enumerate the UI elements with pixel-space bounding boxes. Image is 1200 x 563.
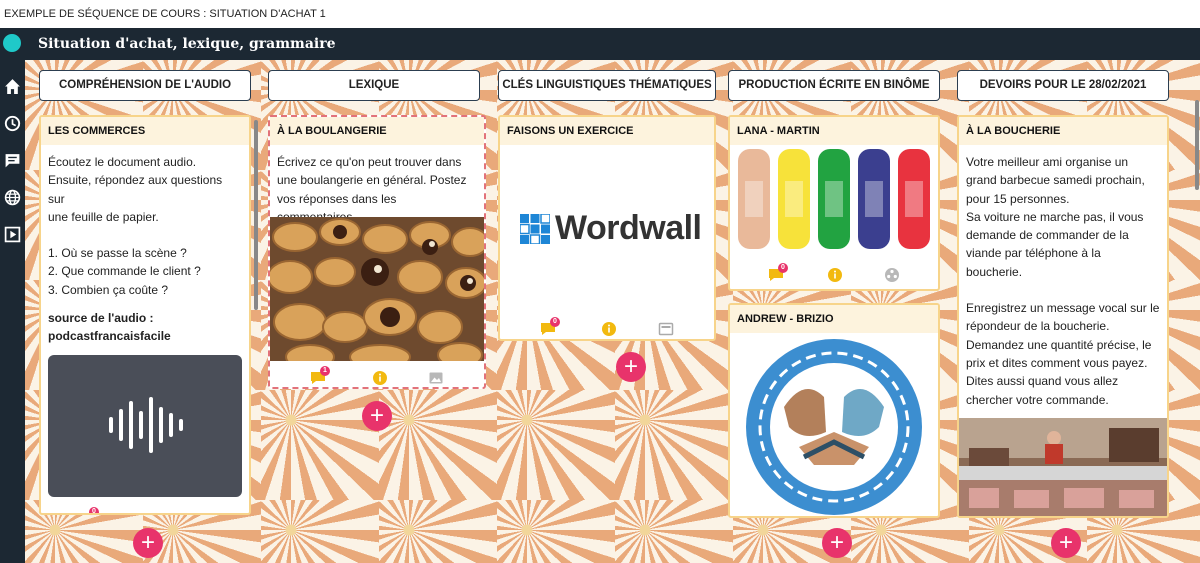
card-title: À LA BOULANGERIE <box>270 117 484 145</box>
audio-attachment[interactable] <box>48 355 242 497</box>
comments-button[interactable]: 1 <box>310 366 330 386</box>
card-text: Écrivez ce qu'on peut trouver dans une b… <box>270 145 484 226</box>
card-title: LES COMMERCES <box>41 117 249 145</box>
padlet-board: COMPRÉHENSION DE L'AUDIO LES COMMERCES É… <box>25 60 1200 563</box>
image-icon[interactable] <box>428 370 444 386</box>
bandages-picture <box>738 149 930 249</box>
text-line: une feuille de papier. <box>48 209 159 224</box>
card-a-la-boulangerie[interactable]: À LA BOULANGERIE Écrivez ce qu'on peut t… <box>268 115 486 389</box>
card-faisons-un-exercice[interactable]: FAISONS UN EXERCICE Wordwall 0 <box>498 115 716 341</box>
text-line: 1. Où se passe la scène ? <box>48 246 187 261</box>
text-line: une boulangerie en général. Postez <box>277 173 467 188</box>
column-header[interactable]: CLÉS LINGUISTIQUES THÉMATIQUES <box>498 70 716 101</box>
pastries-image[interactable] <box>270 217 484 361</box>
pastries-photo <box>270 217 484 361</box>
bandages-image[interactable] <box>730 145 938 261</box>
column-header[interactable]: PRODUCTION ÉCRITE EN BINÔME <box>728 70 940 101</box>
card-lana-martin[interactable]: LANA - MARTIN 0 <box>728 115 940 291</box>
handshake-badge-icon <box>746 339 922 515</box>
embed-icon[interactable] <box>658 321 674 337</box>
add-post-button[interactable]: + <box>822 528 852 558</box>
text-line: grand barbecue samedi prochain, <box>966 173 1145 188</box>
card-title: LANA - MARTIN <box>730 117 938 145</box>
text-line: source de l'audio : <box>48 311 154 326</box>
text-line: Sa voiture ne marche pas, il vous <box>966 209 1144 224</box>
text-line: Ensuite, répondez aux questions sur <box>48 173 223 206</box>
card-text: Votre meilleur ami organise un grand bar… <box>959 145 1167 409</box>
text-line: viande par téléphone à la <box>966 246 1101 261</box>
comment-count: 0 <box>550 317 560 327</box>
comment-count: 0 <box>89 507 99 513</box>
text-line: Votre meilleur ami organise un <box>966 155 1129 169</box>
bandage-pad <box>865 181 883 217</box>
bandage-pad <box>905 181 923 217</box>
butcher-shop-image[interactable] <box>959 418 1167 516</box>
chat-icon[interactable] <box>4 152 21 169</box>
column-header[interactable]: COMPRÉHENSION DE L'AUDIO <box>39 70 251 101</box>
board-title: Situation d'achat, lexique, grammaire <box>38 36 336 52</box>
text-line: Enregistrez un message vocal sur le <box>966 301 1160 316</box>
comments-button[interactable]: 0 <box>540 317 560 337</box>
text-line: 2. Que commande le client ? <box>48 264 201 279</box>
left-sidebar <box>0 60 25 563</box>
text-line: pour 15 personnes. <box>966 191 1070 206</box>
card-a-la-boucherie[interactable]: À LA BOUCHERIE Votre meilleur ami organi… <box>957 115 1169 518</box>
text-line: 3. Combien ça coûte ? <box>48 282 169 297</box>
comment-count: 0 <box>778 263 788 273</box>
home-icon[interactable] <box>4 78 21 95</box>
scrollbar[interactable] <box>1195 100 1199 190</box>
wordwall-logo-icon <box>520 214 550 244</box>
app-header: Situation d'achat, lexique, grammaire <box>0 28 1200 60</box>
info-icon[interactable] <box>372 370 388 386</box>
text-line: Écoutez le document audio. <box>48 155 197 169</box>
add-post-button[interactable]: + <box>1051 528 1081 558</box>
info-icon[interactable] <box>601 321 617 337</box>
column-header[interactable]: LEXIQUE <box>268 70 480 101</box>
column-header[interactable]: DEVOIRS POUR LE 28/02/2021 <box>957 70 1169 101</box>
card-title: ANDREW - BRIZIO <box>730 305 938 333</box>
globe-icon[interactable] <box>4 189 21 206</box>
card-les-commerces[interactable]: LES COMMERCES Écoutez le document audio.… <box>39 115 251 515</box>
audio-waveform-icon <box>109 397 183 453</box>
text-line: répondeur de la boucherie. <box>966 319 1110 334</box>
comments-button[interactable]: 0 <box>768 263 788 283</box>
clock-icon[interactable] <box>4 115 21 132</box>
wordwall-embed[interactable]: Wordwall <box>500 145 714 313</box>
text-line: Écrivez ce qu'on peut trouver dans <box>277 155 462 169</box>
app-logo[interactable] <box>3 34 21 52</box>
window-title: EXEMPLE DE SÉQUENCE DE COURS : SITUATION… <box>0 0 1200 28</box>
text-line: demande de commander de la <box>966 228 1129 243</box>
card-title: À LA BOUCHERIE <box>959 117 1167 145</box>
text-line: boucherie. <box>966 264 1023 279</box>
play-icon[interactable] <box>4 226 21 243</box>
add-post-button[interactable]: + <box>133 528 163 558</box>
text-line: chercher votre commande. <box>966 392 1109 407</box>
text-line: Demandez une quantité précise, le <box>966 337 1152 352</box>
add-post-button[interactable]: + <box>362 401 392 431</box>
text-line: podcastfrancaisfacile <box>48 329 171 344</box>
wordwall-logo-text: Wordwall <box>555 209 702 247</box>
comments-button[interactable]: 0 <box>79 507 99 513</box>
text-line: prix et dites comment vous payez. <box>966 355 1148 370</box>
butcher-shop-photo <box>959 418 1167 516</box>
text-line: Dites aussi quand vous allez <box>966 374 1119 389</box>
add-post-button[interactable]: + <box>616 352 646 382</box>
scrollbar[interactable] <box>254 120 258 310</box>
bandage-pad <box>785 181 803 217</box>
film-reel-icon[interactable] <box>884 267 900 283</box>
card-title: FAISONS UN EXERCICE <box>500 117 714 145</box>
card-andrew-brizio[interactable]: ANDREW - BRIZIO <box>728 303 940 518</box>
card-text: Écoutez le document audio. Ensuite, répo… <box>41 145 249 346</box>
info-icon[interactable] <box>827 267 843 283</box>
bandage-pad <box>825 181 843 217</box>
bandage-pad <box>745 181 763 217</box>
comment-count: 1 <box>320 366 330 376</box>
